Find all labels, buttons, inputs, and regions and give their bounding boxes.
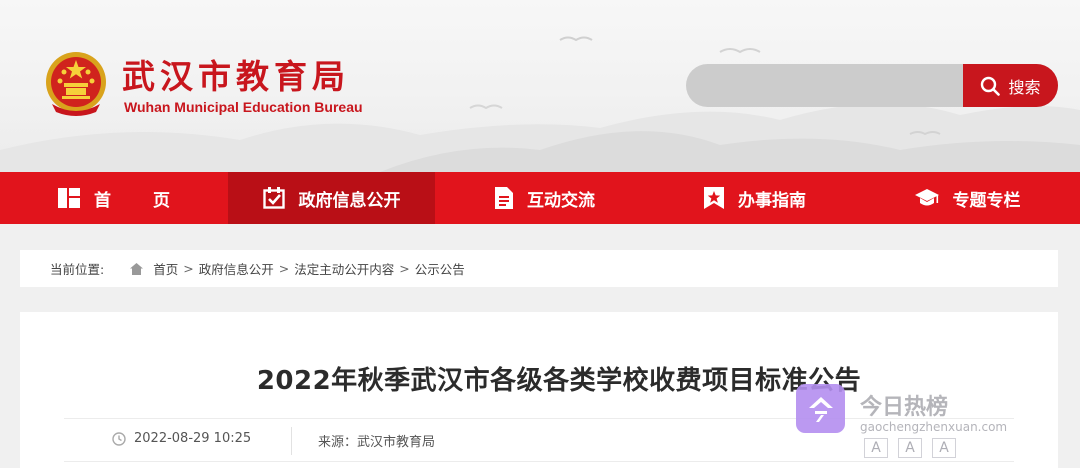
watermark-logo-icon <box>796 384 845 433</box>
search-button[interactable]: 搜索 <box>963 64 1058 107</box>
meta-divider <box>291 427 292 455</box>
breadcrumb-separator: > <box>183 261 194 276</box>
search-input[interactable] <box>686 64 964 107</box>
search-icon <box>981 76 1001 96</box>
search-bar: 搜索 <box>686 64 1058 107</box>
main-nav: 首页 政府信息公开 互动交流 办事指南 专题专栏 <box>0 172 1080 224</box>
nav-item-gov-info[interactable]: 政府信息公开 <box>228 172 435 224</box>
site-subtitle: Wuhan Municipal Education Bureau <box>124 99 363 115</box>
article-source: 来源：武汉市教育局 <box>318 435 436 450</box>
nav-item-label: 互动交流 <box>527 190 595 211</box>
font-size-small-button[interactable]: A <box>932 438 956 458</box>
clock-icon <box>112 431 126 446</box>
breadcrumb-label: 当前位置: <box>50 262 105 277</box>
font-size-controls: A A A <box>864 438 956 458</box>
bookmark-star-icon <box>704 187 724 209</box>
watermark-url: gaochengzhenxuan.com <box>860 420 1008 434</box>
breadcrumb-separator: > <box>399 261 410 276</box>
search-button-label: 搜索 <box>1008 77 1041 97</box>
nav-item-interaction[interactable]: 互动交流 <box>435 172 655 224</box>
watermark-name: 今日热榜 <box>860 395 949 420</box>
breadcrumb-separator: > <box>278 261 290 276</box>
watermark: 今日热榜 gaochengzhenxuan.com A A A <box>796 384 1046 468</box>
nav-item-label: 政府信息公开 <box>298 190 401 211</box>
breadcrumb-home[interactable]: 首页 <box>153 259 178 278</box>
site-title: 武汉市教育局 <box>122 57 350 96</box>
national-emblem-icon <box>46 52 106 116</box>
font-size-large-button[interactable]: A <box>864 438 888 458</box>
site-header: 武汉市教育局 Wuhan Municipal Education Bureau … <box>0 0 1080 172</box>
graduation-cap-icon <box>914 189 939 207</box>
nav-item-guide[interactable]: 办事指南 <box>655 172 855 224</box>
font-size-medium-button[interactable]: A <box>898 438 922 458</box>
nav-item-home[interactable]: 首页 <box>0 172 228 224</box>
article-date: 2022-08-29 10:25 <box>112 431 251 446</box>
breadcrumb-announcement[interactable]: 公示公告 <box>415 259 465 278</box>
breadcrumb-statutory[interactable]: 法定主动公开内容 <box>294 259 394 278</box>
document-icon <box>495 187 513 209</box>
checkbox-icon <box>262 187 285 209</box>
nav-item-label: 办事指南 <box>738 190 806 211</box>
article-date-text: 2022-08-29 10:25 <box>134 431 252 446</box>
breadcrumb-gov-info[interactable]: 政府信息公开 <box>199 259 274 278</box>
nav-item-label: 首页 <box>94 190 212 211</box>
grid-icon <box>58 188 80 208</box>
home-icon <box>130 262 144 275</box>
breadcrumb: 当前位置: 首页 > 政府信息公开 > 法定主动公开内容 > 公示公告 <box>20 250 1058 287</box>
nav-item-label: 专题专栏 <box>952 190 1021 211</box>
nav-item-topics[interactable]: 专题专栏 <box>855 172 1080 224</box>
